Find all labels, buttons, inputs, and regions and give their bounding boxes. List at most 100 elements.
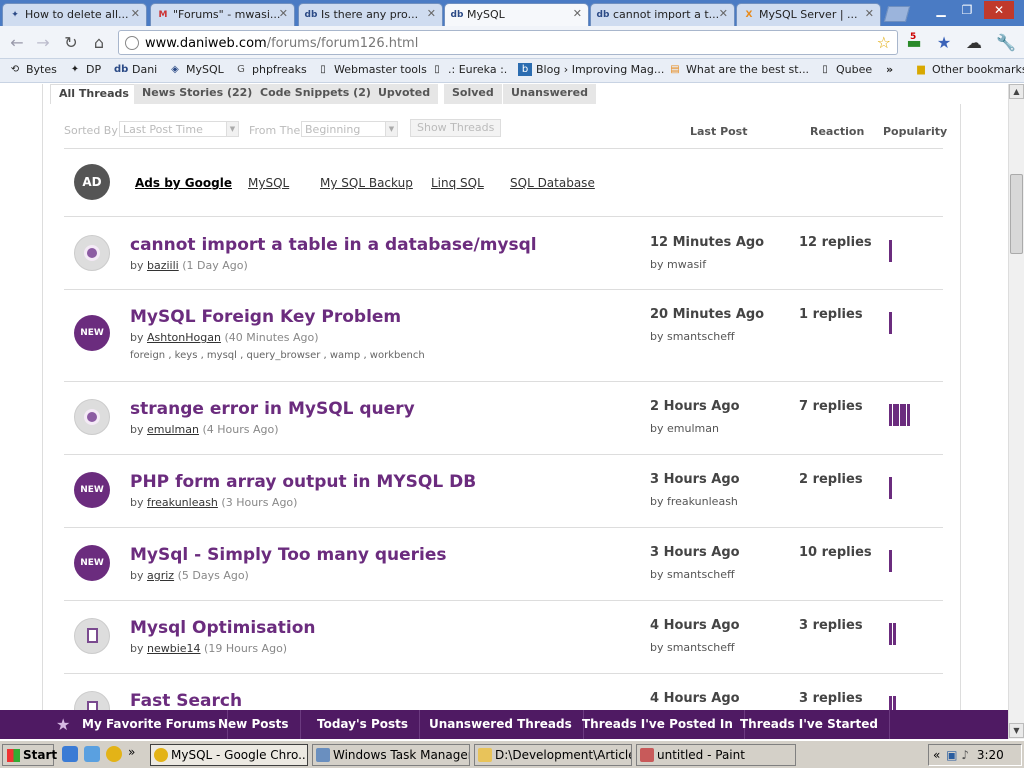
browser-tab[interactable]: ✦ How to delete all... ✕	[2, 3, 147, 26]
author-link[interactable]: AshtonHogan	[147, 331, 221, 344]
ie-icon[interactable]	[84, 746, 100, 762]
chrome-icon[interactable]	[106, 746, 122, 762]
fav-my-favorite-forums[interactable]: My Favorite Forums	[71, 710, 228, 739]
author-link[interactable]: newbie14	[147, 642, 201, 655]
taskbar-item[interactable]: MySQL - Google Chro...	[150, 744, 308, 766]
close-icon[interactable]: ✕	[719, 7, 728, 20]
author-link[interactable]: baziili	[147, 259, 179, 272]
fav-todays-posts[interactable]: Today's Posts	[306, 710, 421, 739]
tab-upvoted[interactable]: Upvoted	[370, 84, 440, 104]
thread-title-link[interactable]: strange error in MySQL query	[130, 399, 415, 419]
close-window-icon[interactable]: ✕	[984, 1, 1014, 19]
show-threads-button[interactable]: Show Threads	[410, 119, 502, 137]
browser-tab[interactable]: M "Forums" - mwasi... ✕	[150, 3, 295, 26]
bookmark-item[interactable]: ✦ DP	[68, 63, 101, 76]
fav-new-posts[interactable]: New Posts	[207, 710, 301, 739]
close-icon[interactable]: ✕	[573, 7, 582, 20]
browser-tab[interactable]: X MySQL Server | ... ✕	[736, 3, 881, 26]
tab-solved[interactable]: Solved	[444, 84, 503, 104]
close-icon[interactable]: ✕	[131, 7, 140, 20]
ad-link[interactable]: SQL Database	[510, 176, 595, 190]
extension-badge-icon[interactable]: 5 ▬	[904, 32, 924, 53]
fav-unanswered-threads[interactable]: Unanswered Threads	[418, 710, 584, 739]
new-tab-button[interactable]	[883, 6, 911, 22]
cloud-icon[interactable]: ☁	[964, 33, 984, 53]
bookmark-item[interactable]: ▯ .: Eureka :.	[430, 63, 507, 76]
tab-unanswered[interactable]: Unanswered	[503, 84, 597, 104]
tray-expand-icon[interactable]: «	[933, 748, 940, 762]
minimize-icon[interactable]: ▁	[928, 1, 954, 19]
more-bookmarks-icon[interactable]: »	[886, 63, 893, 76]
wrench-icon[interactable]: 🔧	[996, 33, 1016, 53]
thread-row[interactable]: cannot import a table in a database/mysq…	[64, 217, 943, 289]
star-extension-icon[interactable]: ★	[934, 33, 954, 53]
thread-row[interactable]: Fast Search 4 Hours Ago 3 replies	[64, 673, 943, 710]
restore-icon[interactable]: ❐	[954, 1, 980, 19]
fav-threads-posted-in[interactable]: Threads I've Posted In	[571, 710, 745, 739]
last-post-time[interactable]: 4 Hours Ago	[650, 618, 740, 633]
back-icon[interactable]: ←	[6, 32, 28, 54]
ad-link[interactable]: Linq SQL	[431, 176, 484, 190]
thread-title-link[interactable]: Mysql Optimisation	[130, 618, 315, 638]
bookmark-star-icon[interactable]: ☆	[877, 33, 891, 52]
close-icon[interactable]: ✕	[279, 7, 288, 20]
thread-row[interactable]: Mysql Optimisation by newbie14 (19 Hours …	[64, 600, 943, 673]
ad-link[interactable]: MySQL	[248, 176, 289, 190]
scroll-thumb[interactable]	[1010, 174, 1023, 254]
ad-link[interactable]: My SQL Backup	[320, 176, 413, 190]
bookmark-item[interactable]: ◈ MySQL	[168, 63, 224, 76]
taskbar-item[interactable]: Windows Task Manager	[312, 744, 470, 766]
author-link[interactable]: emulman	[147, 423, 199, 436]
bookmark-item[interactable]: ⟲ Bytes	[8, 63, 57, 76]
bookmark-item[interactable]: ▤ What are the best st...	[668, 63, 809, 76]
thread-title-link[interactable]: cannot import a table in a database/mysq…	[130, 235, 537, 255]
thread-row[interactable]: NEW PHP form array output in MYSQL DB by f…	[64, 454, 943, 527]
network-icon[interactable]: ▣	[946, 748, 957, 762]
vertical-scrollbar[interactable]: ▲ ▼	[1008, 84, 1024, 739]
tab-news-stories[interactable]: News Stories (22)	[134, 84, 262, 104]
start-button[interactable]: Start	[2, 744, 57, 766]
bookmark-item[interactable]: Gphpfreaks	[234, 63, 307, 76]
tab-code-snippets[interactable]: Code Snippets (2)	[252, 84, 380, 104]
show-desktop-icon[interactable]	[62, 746, 78, 762]
author-link[interactable]: agriz	[147, 569, 174, 582]
scroll-up-icon[interactable]: ▲	[1009, 84, 1024, 99]
bookmark-item[interactable]: b Blog › Improving Mag...	[518, 63, 664, 76]
browser-tab[interactable]: db cannot import a t... ✕	[590, 3, 735, 26]
thread-tags[interactable]: foreign , keys , mysql , query_browser ,…	[130, 350, 425, 361]
thread-row[interactable]: NEW MySQL Foreign Key Problem by AshtonHog…	[64, 289, 943, 381]
forward-icon[interactable]: →	[32, 32, 54, 54]
author-link[interactable]: freakunleash	[147, 496, 218, 509]
browser-tab[interactable]: db Is there any pro... ✕	[298, 3, 443, 26]
quicklaunch-more-icon[interactable]: »	[128, 745, 135, 759]
thread-row[interactable]: NEW MySql - Simply Too many queries by agr…	[64, 527, 943, 600]
fav-threads-started[interactable]: Threads I've Started	[729, 710, 890, 739]
last-post-time[interactable]: 12 Minutes Ago	[650, 235, 764, 250]
last-post-time[interactable]: 3 Hours Ago	[650, 545, 740, 560]
thread-title-link[interactable]: PHP form array output in MYSQL DB	[130, 472, 476, 492]
address-bar[interactable]: www.daniweb.com/forums/forum126.html ☆	[118, 30, 898, 55]
scroll-down-icon[interactable]: ▼	[1009, 723, 1024, 738]
home-icon[interactable]: ⌂	[88, 32, 110, 54]
bookmark-item[interactable]: ▯ Webmaster tools	[316, 63, 427, 76]
thread-row[interactable]: strange error in MySQL query by emulman (…	[64, 381, 943, 454]
last-post-time[interactable]: 20 Minutes Ago	[650, 307, 764, 322]
reload-icon[interactable]: ↻	[60, 32, 82, 54]
thread-title-link[interactable]: Fast Search	[130, 691, 242, 710]
bookmark-item[interactable]: db Dani	[114, 63, 157, 76]
other-bookmarks[interactable]: ▆ Other bookmarks	[914, 63, 1024, 76]
bookmark-item[interactable]: ▯ Qubee	[818, 63, 872, 76]
last-post-time[interactable]: 2 Hours Ago	[650, 399, 740, 414]
from-select[interactable]: Beginning ▼	[301, 121, 398, 137]
close-icon[interactable]: ✕	[427, 7, 436, 20]
thread-title-link[interactable]: MySQL Foreign Key Problem	[130, 307, 401, 327]
volume-icon[interactable]: ♪	[961, 748, 969, 762]
last-post-time[interactable]: 4 Hours Ago	[650, 691, 740, 706]
close-icon[interactable]: ✕	[865, 7, 874, 20]
browser-tab-active[interactable]: db MySQL ✕	[444, 3, 589, 26]
last-post-time[interactable]: 3 Hours Ago	[650, 472, 740, 487]
thread-title-link[interactable]: MySql - Simply Too many queries	[130, 545, 446, 565]
tab-all-threads[interactable]: All Threads	[50, 84, 138, 104]
taskbar-item[interactable]: untitled - Paint	[636, 744, 796, 766]
taskbar-item[interactable]: D:\Development\Articles...	[474, 744, 632, 766]
